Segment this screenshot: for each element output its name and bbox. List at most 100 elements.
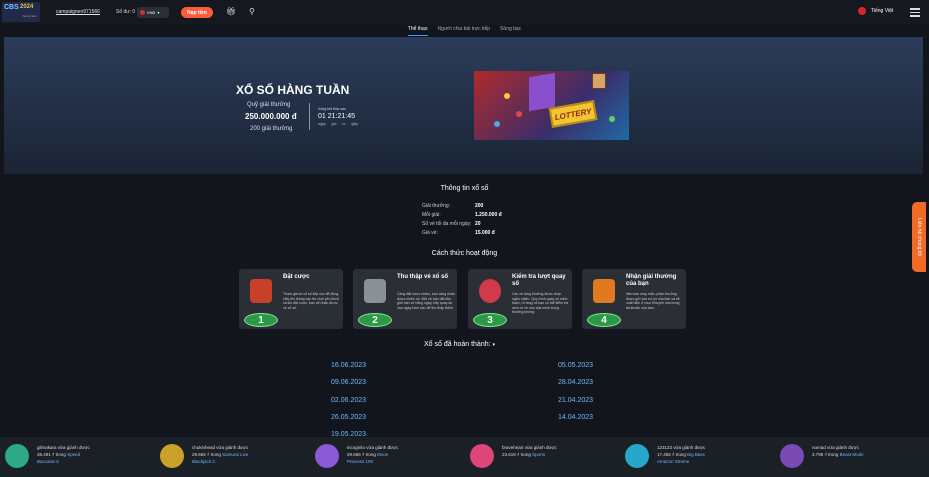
tab-sports[interactable]: Thể thao — [407, 25, 428, 36]
ball-icon — [494, 121, 500, 127]
winner-text: nomad vừa giành được — [812, 445, 860, 450]
chevron-down-icon: ▾ — [157, 10, 160, 15]
logo-text-sub: Vieng Nam — [22, 14, 37, 18]
step-card: 4 Nhận giải thưởng của bạn Nếu bạn may m… — [582, 269, 686, 329]
recent-wins-ticker: gilmakara vừa giành được 35.491 ₫ trong … — [0, 437, 929, 477]
tab-casino[interactable]: Sòng bạc — [500, 25, 521, 36]
countdown-timer: 01 21:21:45 — [318, 113, 355, 120]
currency-flag-icon — [140, 10, 145, 15]
info-key: Số vé tối đa mỗi ngày: — [422, 221, 472, 227]
winner-text: gilmakara vừa giành được — [37, 445, 90, 450]
currency-label: VND — [147, 10, 156, 15]
winner-text: chukinhead vừa giành được — [192, 445, 249, 450]
win-game: Baccarat X — [37, 459, 60, 464]
how-it-works-title: Cách thức hoạt động — [431, 250, 498, 257]
winner-text: braveheart vừa giành được — [502, 445, 557, 450]
info-value: 15.000 đ — [475, 230, 495, 236]
contact-us-tab[interactable]: Liên hệ chúng tôi — [912, 202, 926, 272]
ball-icon — [609, 116, 615, 122]
step-description: Tham gia về xổ số tiếp xúc để đồng. Hãy … — [283, 292, 340, 310]
bell-icon[interactable]: ⚲ — [249, 7, 255, 16]
info-title: Thông tin xổ số — [440, 185, 489, 192]
info-row: Giải thưởng: 200 — [422, 203, 483, 209]
draw-date-link[interactable]: 16.06.2023 — [331, 362, 366, 369]
category-tabs: Thể thao Người chia bài trực tiếp Sòng b… — [0, 25, 929, 36]
draw-date-link[interactable]: 26.05.2023 — [331, 414, 366, 421]
site-logo[interactable]: CBS 2024 Vieng Nam — [2, 2, 40, 22]
info-row: Mỗi giải: 1.250.000 đ — [422, 212, 502, 218]
game-thumbnail-icon — [315, 444, 339, 468]
winner-text: incognito vừa giành được — [347, 445, 399, 450]
draw-date-link[interactable]: 14.04.2023 — [558, 414, 593, 421]
language-label: Tiếng Việt — [871, 8, 894, 14]
win-amount: 23.619 ₫ trong Sports — [502, 452, 546, 457]
win-amount: 29.666 ₫ trong Samurai Live — [192, 452, 249, 457]
ball-icon — [516, 111, 522, 117]
game-thumbnail-icon — [625, 444, 649, 468]
gift-icon[interactable]: 🎁︎ — [226, 7, 236, 16]
completed-draws-title[interactable]: Xổ số đã hoàn thành: ▾ — [424, 341, 495, 348]
gift-box-icon: 4 — [585, 277, 623, 327]
logo-text-brand: CBS — [4, 4, 19, 11]
step-description: Nếu bạn may mắn, phần thưởng được gửi và… — [626, 292, 680, 310]
tab-live-dealer[interactable]: Người chia bài trực tiếp — [438, 25, 491, 36]
win-amount: 17.455 ₫ trong Big Bass — [657, 452, 705, 457]
prize-pool-label: Quỹ giải thưởng — [247, 102, 291, 108]
currency-selector[interactable]: VND ▾ — [137, 7, 169, 18]
logo-text-year: 2024 — [20, 4, 34, 10]
draw-date-link[interactable]: 05.05.2023 — [558, 362, 593, 369]
lottery-machine-shape — [529, 72, 555, 112]
step-title: Kiểm tra lượt quay số — [512, 274, 566, 287]
prize-pool-value: 250.000.000 đ — [245, 112, 297, 121]
mascot-shape — [592, 73, 606, 89]
username-link[interactable]: campaignen971566 — [56, 9, 100, 15]
win-game: Amazon Xtreme — [657, 459, 690, 464]
win-game: Princess 100 — [347, 459, 374, 464]
game-thumbnail-icon — [470, 444, 494, 468]
info-key: Giải thưởng: — [422, 203, 451, 209]
step-title: Nhận giải thưởng của bạn — [626, 274, 677, 287]
info-key: Mỗi giải: — [422, 212, 441, 218]
info-value: 1.250.000 đ — [475, 212, 502, 218]
win-amount: 29.666 ₫ trong Moon — [347, 452, 389, 457]
win-game: Blackjack C — [192, 459, 216, 464]
info-key: Giá vé: — [422, 230, 438, 236]
step-title: Đặt cược — [283, 274, 310, 280]
step-card: 3 Kiểm tra lượt quay số Các vé từng thưở… — [468, 269, 572, 329]
deposit-button[interactable]: Nạp tiền — [181, 7, 213, 18]
step-title: Thu thập vé xổ số — [397, 274, 449, 280]
info-row: Số vé tối đa mỗi ngày: 20 — [422, 221, 481, 227]
draw-date-link[interactable]: 02.06.2023 — [331, 397, 366, 404]
game-thumbnail-icon — [780, 444, 804, 468]
round-ends-label: Vòng kết thúc sau — [318, 107, 347, 111]
banner-title: XỔ SỐ HÀNG TUẦN — [236, 83, 350, 97]
slot-machine-icon: 1 — [242, 277, 280, 327]
hamburger-menu-icon[interactable] — [910, 8, 920, 19]
language-selector[interactable]: Tiếng Việt — [858, 7, 893, 15]
vietnam-flag-icon — [858, 7, 866, 15]
draw-date-link[interactable]: 28.04.2023 — [558, 379, 593, 386]
info-row: Giá vé: 15.000 đ — [422, 230, 495, 236]
step-description: Càng đặt cược nhiều, bạn càng nhận được … — [397, 292, 455, 310]
completed-draws-label: Xổ số đã hoàn thành: — [424, 341, 491, 348]
draw-date-link[interactable]: 21.04.2023 — [558, 397, 593, 404]
prize-count: 200 giải thưởng — [250, 126, 293, 132]
balance-label: Số dư: 0 — [116, 9, 136, 15]
step-description: Các vé từng thưởng được chọn ngẫu nhiên.… — [512, 292, 569, 314]
countdown-units: ngày giờ m giây — [318, 122, 358, 126]
info-value: 200 — [475, 203, 484, 209]
step-card: 1 Đặt cược Tham gia về xổ số tiếp xúc để… — [239, 269, 343, 329]
lottery-ball-icon: 3 — [471, 277, 509, 327]
page: CBS 2024 Vieng Nam campaignen971566 Số d… — [0, 0, 929, 477]
winner-text: 123123 vừa giành được — [657, 445, 706, 450]
ticket-robot-icon: 2 — [356, 277, 394, 327]
chevron-down-icon: ▾ — [492, 342, 496, 348]
win-amount: 35.491 ₫ trong Speed — [37, 452, 81, 457]
banner-divider — [309, 103, 310, 130]
lottery-banner — [4, 37, 923, 174]
step-card: 2 Thu thập vé xổ số Càng đặt cược nhiều,… — [353, 269, 457, 329]
lottery-illustration: LOTTERY — [474, 71, 629, 140]
draw-date-link[interactable]: 09.06.2023 — [331, 379, 366, 386]
info-value: 20 — [475, 221, 481, 227]
win-amount: 3.795 ₫ trong Beast Mode — [812, 452, 864, 457]
